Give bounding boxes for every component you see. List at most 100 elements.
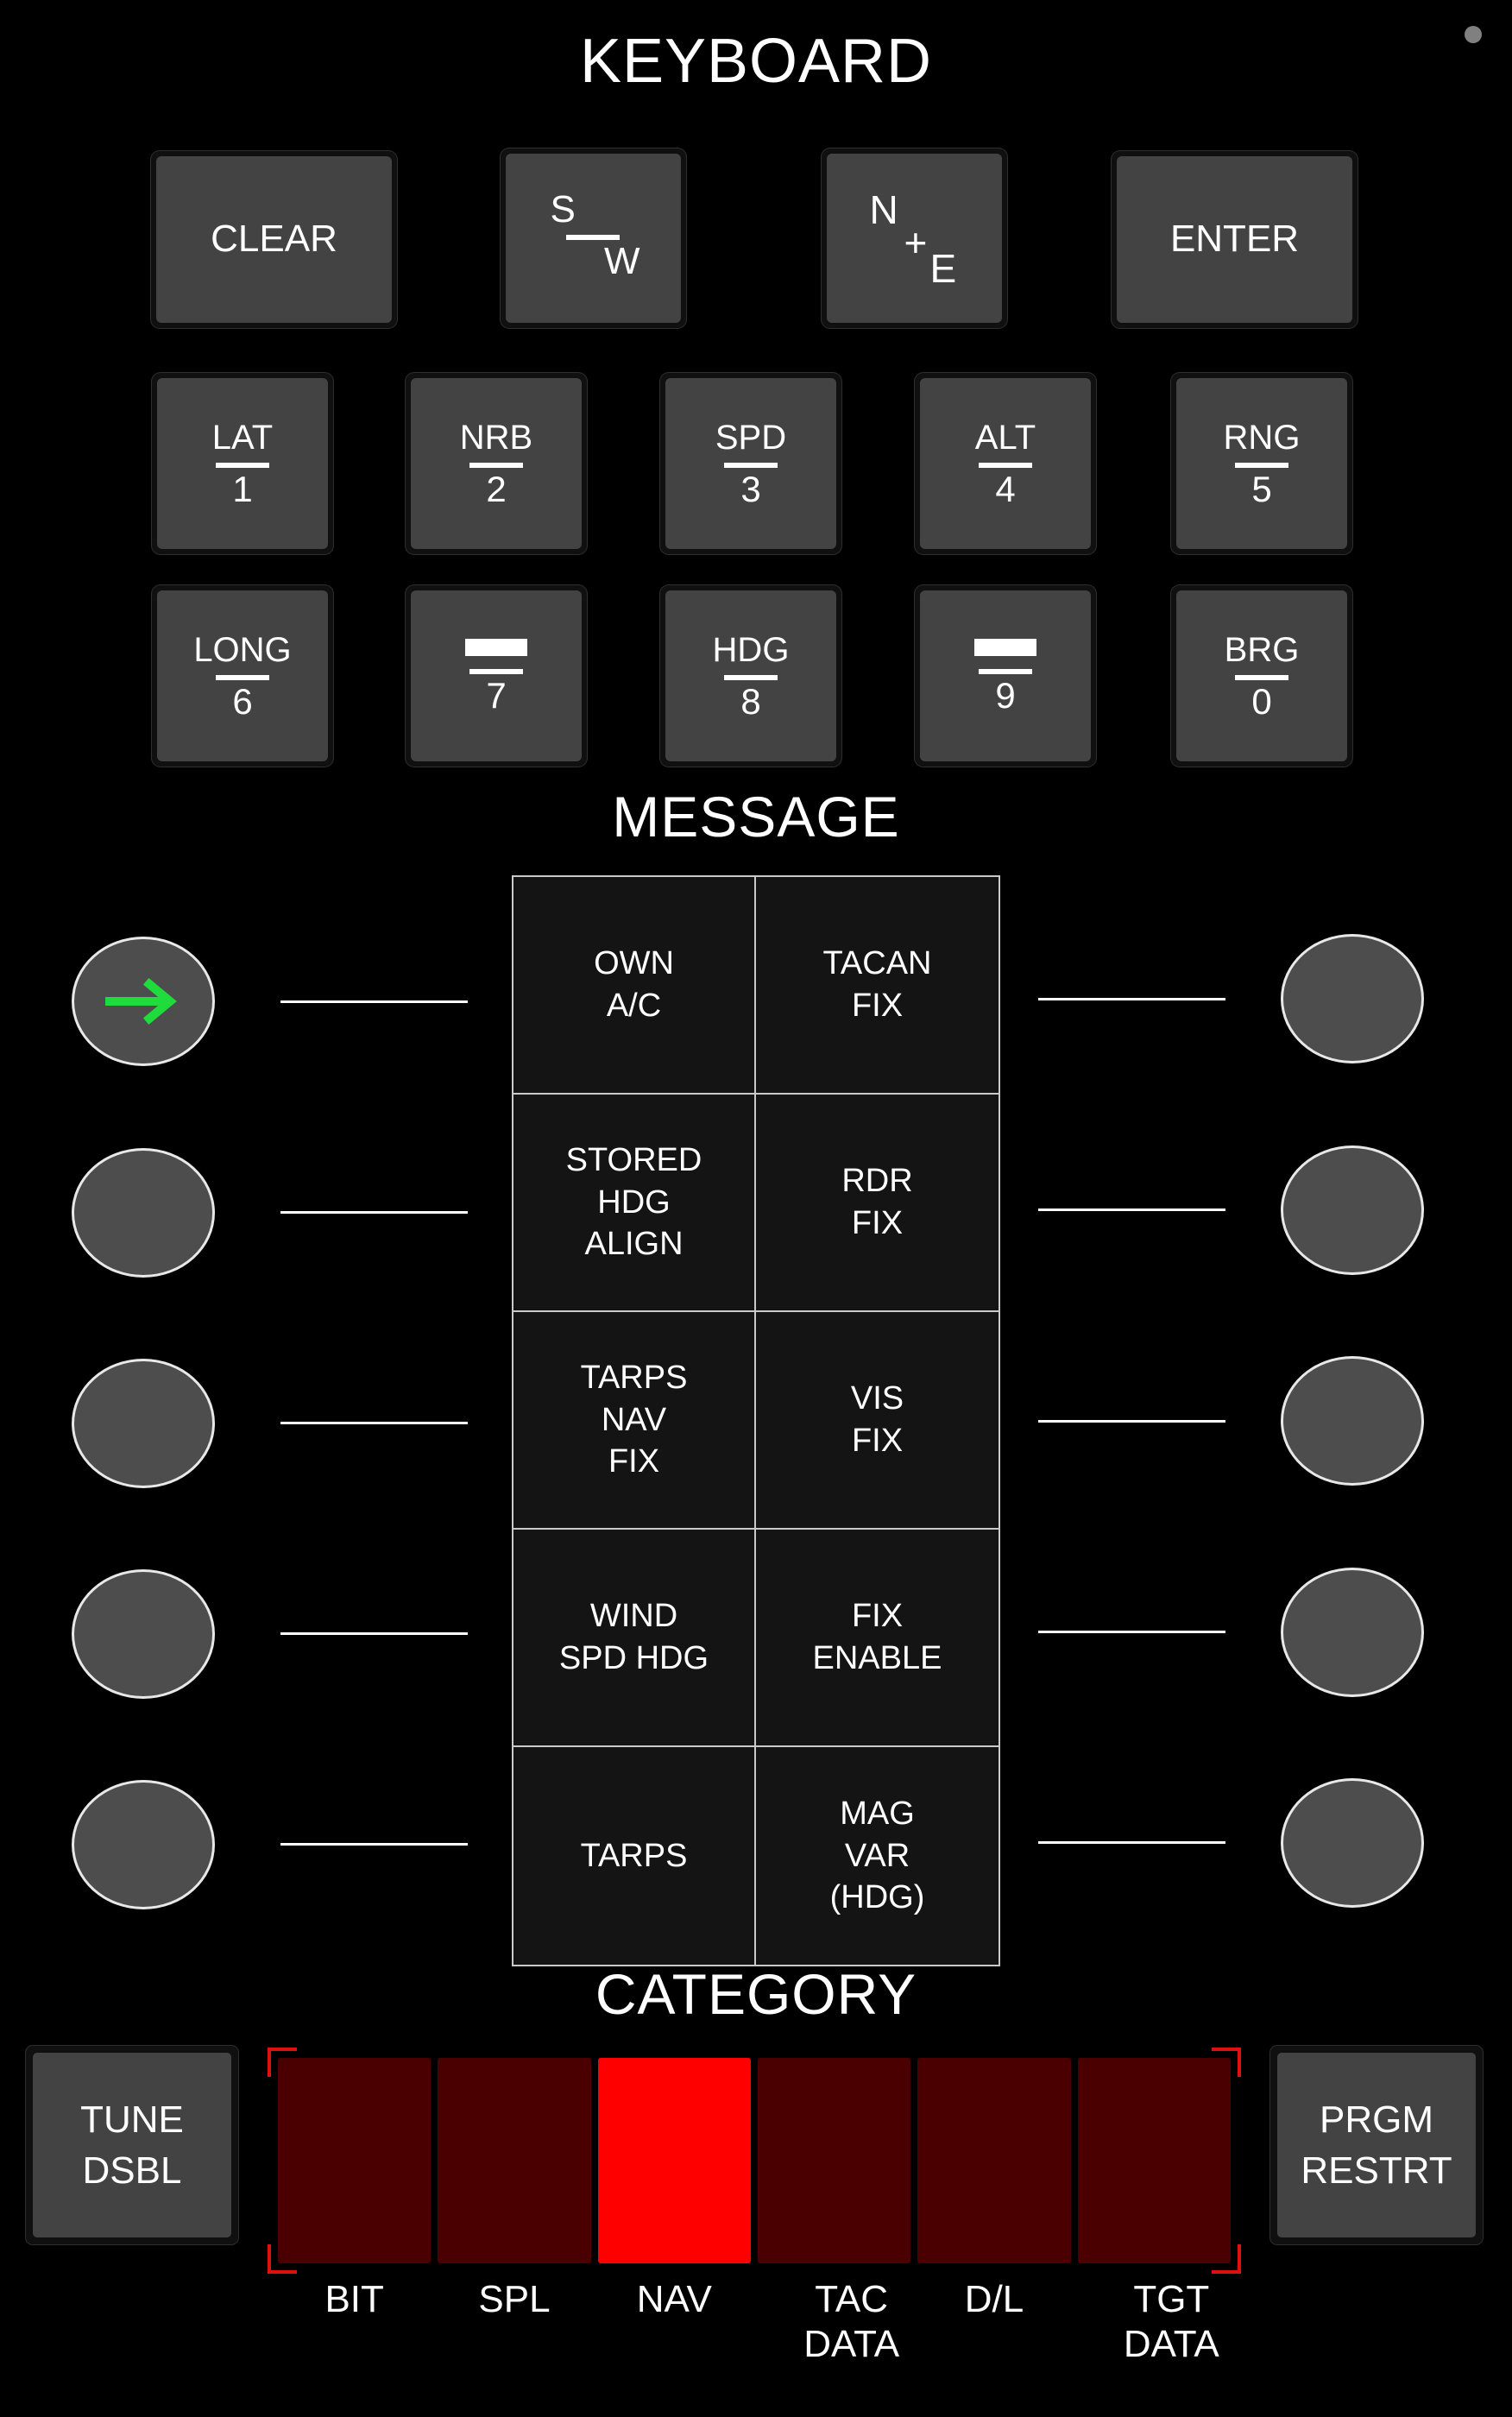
key-divider-rule: [724, 462, 778, 468]
message-tick-right-2: [1038, 1208, 1225, 1211]
key-alt-4-glyph: ALT 4: [975, 420, 1036, 508]
keyboard-section-title: KEYBOARD: [579, 27, 933, 96]
key-hdg-8-glyph: HDG 8: [713, 633, 790, 720]
category-bar-nav[interactable]: [597, 2058, 751, 2263]
tune-dsbl-button[interactable]: TUNE DSBL: [26, 2046, 238, 2244]
key-hdg-8-face: HDG 8: [665, 590, 836, 761]
message-select-right-4[interactable]: [1281, 1568, 1424, 1697]
key-enter[interactable]: ENTER: [1112, 151, 1358, 328]
message-select-left-1[interactable]: [72, 937, 215, 1066]
key-divider-rule: [1234, 462, 1288, 468]
key-divider-rule: [723, 674, 778, 680]
key-spd-3-top-label: SPD: [715, 418, 787, 457]
key-blank-7[interactable]: 7: [406, 585, 587, 767]
key-divider-rule: [978, 462, 1032, 468]
message-select-left-3[interactable]: [72, 1359, 215, 1488]
prgm-restrt-button[interactable]: PRGM RESTRT: [1270, 2046, 1483, 2244]
key-north-east-glyph: N + E: [863, 186, 967, 291]
category-label-tgt-data: TGT DATA: [1123, 2278, 1219, 2365]
key-blank-9-glyph: 9: [974, 638, 1036, 716]
message-cell[interactable]: MAG VAR (HDG): [756, 1747, 999, 1965]
message-cell[interactable]: WIND SPD HDG: [513, 1530, 756, 1747]
key-rng-5[interactable]: RNG 5: [1171, 373, 1352, 554]
key-enter-label: ENTER: [1169, 218, 1300, 261]
message-cell[interactable]: TACAN FIX: [756, 877, 999, 1095]
nav-control-panel: KEYBOARD CLEAR S W N + E ENTER LAT 1 NRB…: [0, 0, 1512, 2417]
message-cell[interactable]: VIS FIX: [756, 1312, 999, 1530]
key-long-6[interactable]: LONG 6: [152, 585, 333, 767]
message-tick-left-1: [280, 1000, 468, 1003]
key-blank-7-digit: 7: [486, 674, 507, 716]
key-north-east[interactable]: N + E: [822, 148, 1007, 328]
key-divider-rule: [215, 462, 269, 468]
category-bar-dl[interactable]: [917, 2058, 1071, 2263]
category-label-nav: NAV: [636, 2278, 712, 2320]
prgm-restrt-face: PRGM RESTRT: [1277, 2053, 1476, 2237]
arrow-right-icon: [105, 977, 177, 1025]
key-rng-5-top-label: RNG: [1223, 418, 1301, 457]
tune-dsbl-label: TUNE DSBL: [80, 2098, 184, 2192]
message-cell[interactable]: STORED HDG ALIGN: [513, 1095, 756, 1312]
key-alt-4-digit: 4: [995, 468, 1016, 509]
message-cell[interactable]: FIX ENABLE: [756, 1530, 999, 1747]
key-clear-label: CLEAR: [211, 218, 337, 261]
message-select-right-1[interactable]: [1281, 934, 1424, 1063]
key-rng-5-digit: 5: [1251, 468, 1272, 509]
message-tick-right-1: [1038, 998, 1225, 1000]
key-divider-rule: [1235, 674, 1288, 680]
message-cell[interactable]: TARPS NAV FIX: [513, 1312, 756, 1530]
key-rng-5-face: RNG 5: [1176, 378, 1347, 549]
category-bar-tgt-data[interactable]: [1077, 2058, 1231, 2263]
key-rng-5-glyph: RNG 5: [1224, 420, 1301, 508]
tune-dsbl-face: TUNE DSBL: [33, 2053, 231, 2237]
key-divider-rule: [215, 674, 269, 680]
key-divider-rule: [469, 668, 523, 674]
message-select-left-5[interactable]: [72, 1780, 215, 1909]
key-nrb-2-face: NRB 2: [411, 378, 582, 549]
key-blank-9-digit: 9: [995, 674, 1016, 716]
message-cell[interactable]: TARPS: [513, 1747, 756, 1965]
category-label-spl: SPL: [478, 2278, 551, 2320]
message-select-right-5[interactable]: [1281, 1778, 1424, 1908]
key-lat-1[interactable]: LAT 1: [152, 373, 333, 554]
key-enter-face: ENTER: [1117, 156, 1352, 323]
message-select-right-2[interactable]: [1281, 1145, 1424, 1275]
key-blank-9[interactable]: 9: [915, 585, 1096, 767]
key-nrb-2-glyph: NRB 2: [460, 420, 532, 508]
message-cell[interactable]: OWN A/C: [513, 877, 756, 1095]
key-hdg-8-top-label: HDG: [712, 630, 790, 669]
key-brg-0-top-label: BRG: [1224, 630, 1300, 669]
key-spd-3[interactable]: SPD 3: [660, 373, 841, 554]
category-bar-bit[interactable]: [278, 2058, 432, 2263]
key-south-west[interactable]: S W: [501, 148, 686, 328]
key-long-6-face: LONG 6: [157, 590, 328, 761]
key-long-6-digit: 6: [232, 680, 253, 722]
key-hdg-8-digit: 8: [740, 680, 761, 722]
message-tick-left-3: [280, 1422, 468, 1424]
message-cell[interactable]: RDR FIX: [756, 1095, 999, 1312]
category-bar-spl[interactable]: [438, 2058, 591, 2263]
key-brg-0[interactable]: BRG 0: [1171, 585, 1352, 767]
key-nrb-2-digit: 2: [486, 468, 507, 509]
key-long-6-top-label: LONG: [193, 630, 292, 669]
key-alt-4[interactable]: ALT 4: [915, 373, 1096, 554]
message-select-left-4[interactable]: [72, 1569, 215, 1699]
key-brg-0-glyph: BRG 0: [1225, 633, 1300, 720]
key-blank-7-glyph: 7: [465, 638, 527, 716]
message-tick-left-2: [280, 1211, 468, 1214]
category-bar-tac-data[interactable]: [757, 2058, 911, 2263]
key-blank-9-face: 9: [920, 590, 1091, 761]
message-select-right-3[interactable]: [1281, 1356, 1424, 1486]
key-nrb-2-top-label: NRB: [459, 418, 533, 457]
message-tick-right-4: [1038, 1631, 1225, 1633]
key-clear-face: CLEAR: [156, 156, 392, 323]
message-tick-left-5: [280, 1843, 468, 1846]
message-select-left-2[interactable]: [72, 1148, 215, 1278]
key-clear[interactable]: CLEAR: [151, 151, 397, 328]
key-south-label: S: [550, 188, 576, 230]
message-tick-right-3: [1038, 1420, 1225, 1423]
key-nrb-2[interactable]: NRB 2: [406, 373, 587, 554]
key-lat-1-top-label: LAT: [211, 418, 274, 457]
message-tick-left-4: [280, 1632, 468, 1635]
key-hdg-8[interactable]: HDG 8: [660, 585, 841, 767]
